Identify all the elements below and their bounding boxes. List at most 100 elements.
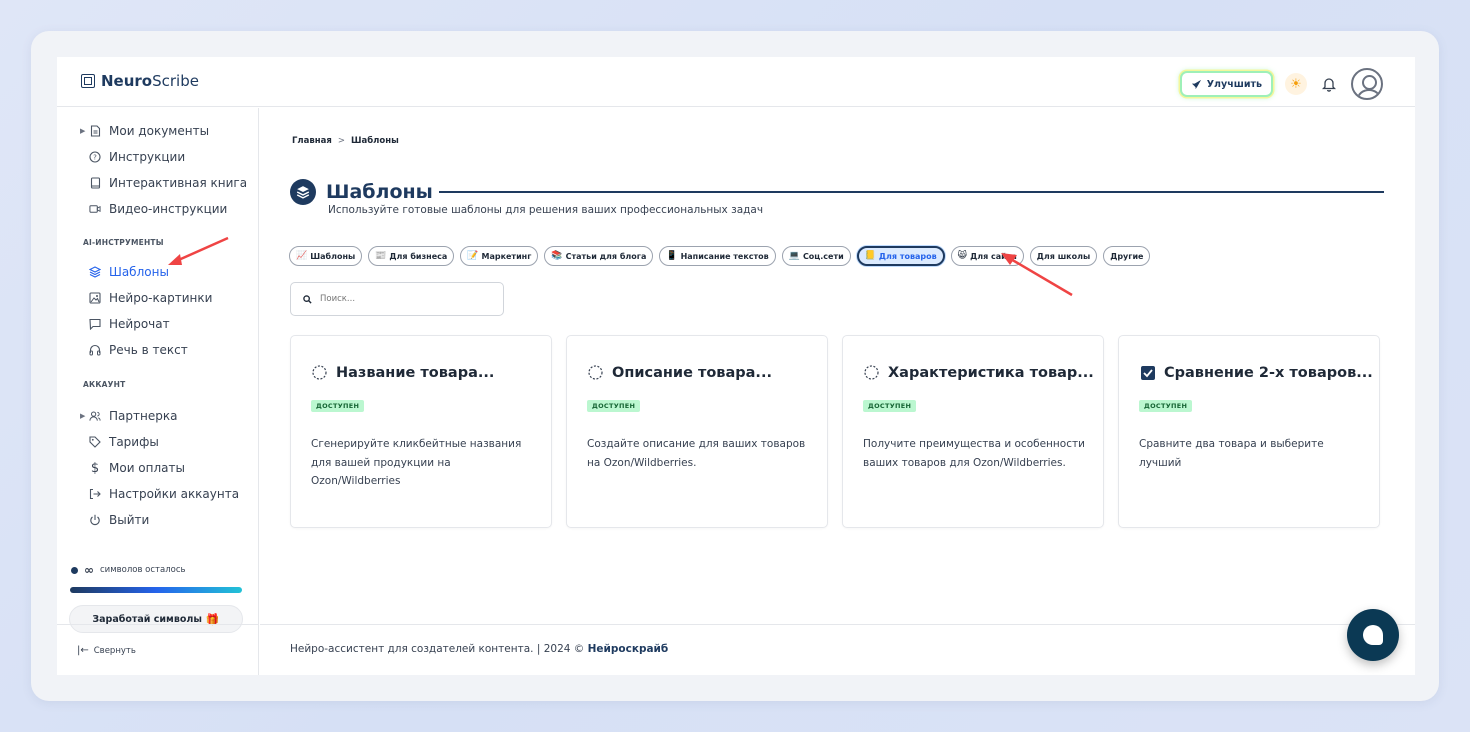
page-title-row: Шаблоны [290, 179, 1384, 205]
chip-school[interactable]: Для школы [1029, 246, 1098, 266]
dotted-circle-icon [863, 364, 880, 381]
chip-social[interactable]: 💻 Соц.сети [781, 246, 851, 266]
layers-icon [290, 179, 316, 205]
status-badge: ДОСТУПЕН [587, 400, 641, 412]
checkbox-icon [1139, 364, 1156, 381]
tag-icon [89, 436, 101, 448]
sidebar-item-templates[interactable]: Шаблоны [81, 263, 169, 281]
breadcrumb-current: Шаблоны [350, 136, 399, 146]
books-icon: 📚 [551, 251, 563, 261]
category-filter-chips: 📈 Шаблоны 📰 Для бизнеса 📝 Маркетинг 📚 Статьи… [289, 246, 1151, 266]
book-icon [89, 177, 101, 189]
card-title: Описание товара... [612, 364, 772, 381]
cat-face-icon: 😸 [957, 251, 968, 261]
app-window: NeuroScribe Улучшить ☀ ▶ Мои документы ?… [57, 57, 1415, 675]
headphones-icon [89, 344, 101, 356]
chip-business[interactable]: 📰 Для бизнеса [368, 246, 455, 266]
sidebar-item-my-documents[interactable]: ▶ Мои документы [80, 122, 209, 140]
dotted-circle-icon [311, 364, 328, 381]
layers-icon [89, 266, 101, 278]
sidebar: ▶ Мои документы ? Инструкции Интерактивн… [57, 108, 259, 675]
sidebar-item-instructions[interactable]: ? Инструкции [81, 148, 185, 166]
chart-icon: 📈 [296, 251, 308, 261]
page-title: Шаблоны [326, 181, 433, 203]
status-badge: ДОСТУПЕН [863, 400, 917, 412]
question-circle-icon: ? [89, 151, 101, 163]
template-card[interactable]: Описание товара... ДОСТУПЕН Создайте опи… [566, 335, 828, 528]
phone-icon: 📱 [666, 251, 678, 261]
card-description: Создайте описание для ваших товаров на O… [587, 438, 806, 469]
document-icon [89, 125, 101, 137]
symbols-remaining: ∞ символов осталось [71, 563, 186, 577]
sidebar-item-my-payments[interactable]: $ Мои оплаты [81, 459, 185, 477]
footer-link[interactable]: Нейроскрайб [588, 643, 669, 655]
laptop-icon: 💻 [788, 251, 800, 261]
chip-blog-articles[interactable]: 📚 Статьи для блога [544, 246, 654, 266]
card-title: Название товара... [336, 364, 495, 381]
chip-text-writing[interactable]: 📱 Написание текстов [659, 246, 776, 266]
chip-other[interactable]: Другие [1103, 246, 1151, 266]
sidebar-item-account-settings[interactable]: Настройки аккаунта [81, 485, 239, 503]
footer-text: Нейро-ассистент для создателей контента.… [290, 643, 669, 655]
chat-bubble-icon [1363, 625, 1383, 645]
card-title: Сравнение 2-х товаров... [1164, 364, 1373, 381]
card-description: Сравните два товара и выберите лучший [1139, 438, 1324, 469]
search-box[interactable] [290, 282, 504, 316]
upgrade-button[interactable]: Улучшить [1179, 71, 1273, 97]
breadcrumb: Главная > Шаблоны [292, 136, 399, 146]
sidebar-item-video-instructions[interactable]: Видео-инструкции [81, 200, 227, 218]
sidebar-item-interactive-book[interactable]: Интерактивная книга [81, 174, 247, 192]
image-icon [89, 292, 101, 304]
logo[interactable]: NeuroScribe [81, 72, 199, 90]
search-icon [303, 294, 312, 304]
svg-text:?: ? [93, 154, 97, 162]
dotted-circle-icon [587, 364, 604, 381]
status-badge: ДОСТУПЕН [1139, 400, 1193, 412]
template-card[interactable]: Характеристика товар... ДОСТУПЕН Получит… [842, 335, 1104, 528]
chip-products[interactable]: 📒 Для товаров [856, 246, 945, 266]
template-card[interactable]: Сравнение 2-х товаров... ДОСТУПЕН Сравни… [1118, 335, 1380, 528]
sidebar-item-tariffs[interactable]: Тарифы [81, 433, 159, 451]
search-input[interactable] [320, 294, 490, 304]
sidebar-item-neurochat[interactable]: Нейрочат [81, 315, 170, 333]
chip-templates[interactable]: 📈 Шаблоны [289, 246, 363, 266]
support-chat-button[interactable] [1347, 609, 1399, 661]
card-description: Получите преимущества и особенности ваши… [863, 438, 1085, 469]
header-actions: Улучшить ☀ [1179, 68, 1383, 100]
card-header: Название товара... [311, 364, 494, 381]
caret-right-icon: ▶ [80, 412, 86, 420]
status-dot [71, 566, 78, 574]
theme-toggle-sun-icon[interactable]: ☀ [1285, 73, 1307, 95]
dollar-icon: $ [90, 460, 100, 476]
template-cards: Название товара... ДОСТУПЕН Сгенерируйте… [290, 335, 1380, 528]
caret-right-icon: ▶ [80, 127, 86, 135]
chip-marketing[interactable]: 📝 Маркетинг [460, 246, 539, 266]
newspaper-icon: 📰 [375, 251, 387, 261]
power-icon [89, 514, 101, 526]
user-avatar[interactable] [1351, 68, 1383, 100]
notifications-bell-icon[interactable] [1319, 74, 1339, 94]
logo-text: NeuroScribe [101, 72, 199, 90]
card-description: Сгенерируйте кликбейтные названия для ва… [311, 438, 522, 487]
template-card[interactable]: Название товара... ДОСТУПЕН Сгенерируйте… [290, 335, 552, 528]
sidebar-item-neuro-images[interactable]: Нейро-картинки [81, 289, 212, 307]
symbols-progress-bar [70, 587, 242, 593]
card-title: Характеристика товар... [888, 364, 1094, 381]
ledger-icon: 📒 [864, 251, 876, 261]
top-header: NeuroScribe Улучшить ☀ [57, 57, 1415, 107]
section-label-ai-tools: AI-ИНСТРУМЕНТЫ [83, 238, 164, 247]
page-subtitle: Используйте готовые шаблоны для решения … [328, 204, 764, 216]
collapse-sidebar-button[interactable]: |← Свернуть [77, 645, 136, 656]
chip-website[interactable]: 😸 Для сайта [950, 246, 1024, 266]
title-divider [438, 191, 1384, 193]
status-badge: ДОСТУПЕН [311, 400, 365, 412]
video-icon [89, 203, 101, 215]
logo-icon [81, 74, 95, 88]
chat-icon [89, 318, 101, 330]
card-header: Описание товара... [587, 364, 772, 381]
breadcrumb-separator: > [337, 136, 345, 146]
sidebar-item-partner[interactable]: ▶ Партнерка [80, 407, 177, 425]
sidebar-item-logout[interactable]: Выйти [81, 511, 149, 529]
sidebar-item-speech-to-text[interactable]: Речь в текст [81, 341, 188, 359]
breadcrumb-home-link[interactable]: Главная [292, 136, 332, 146]
